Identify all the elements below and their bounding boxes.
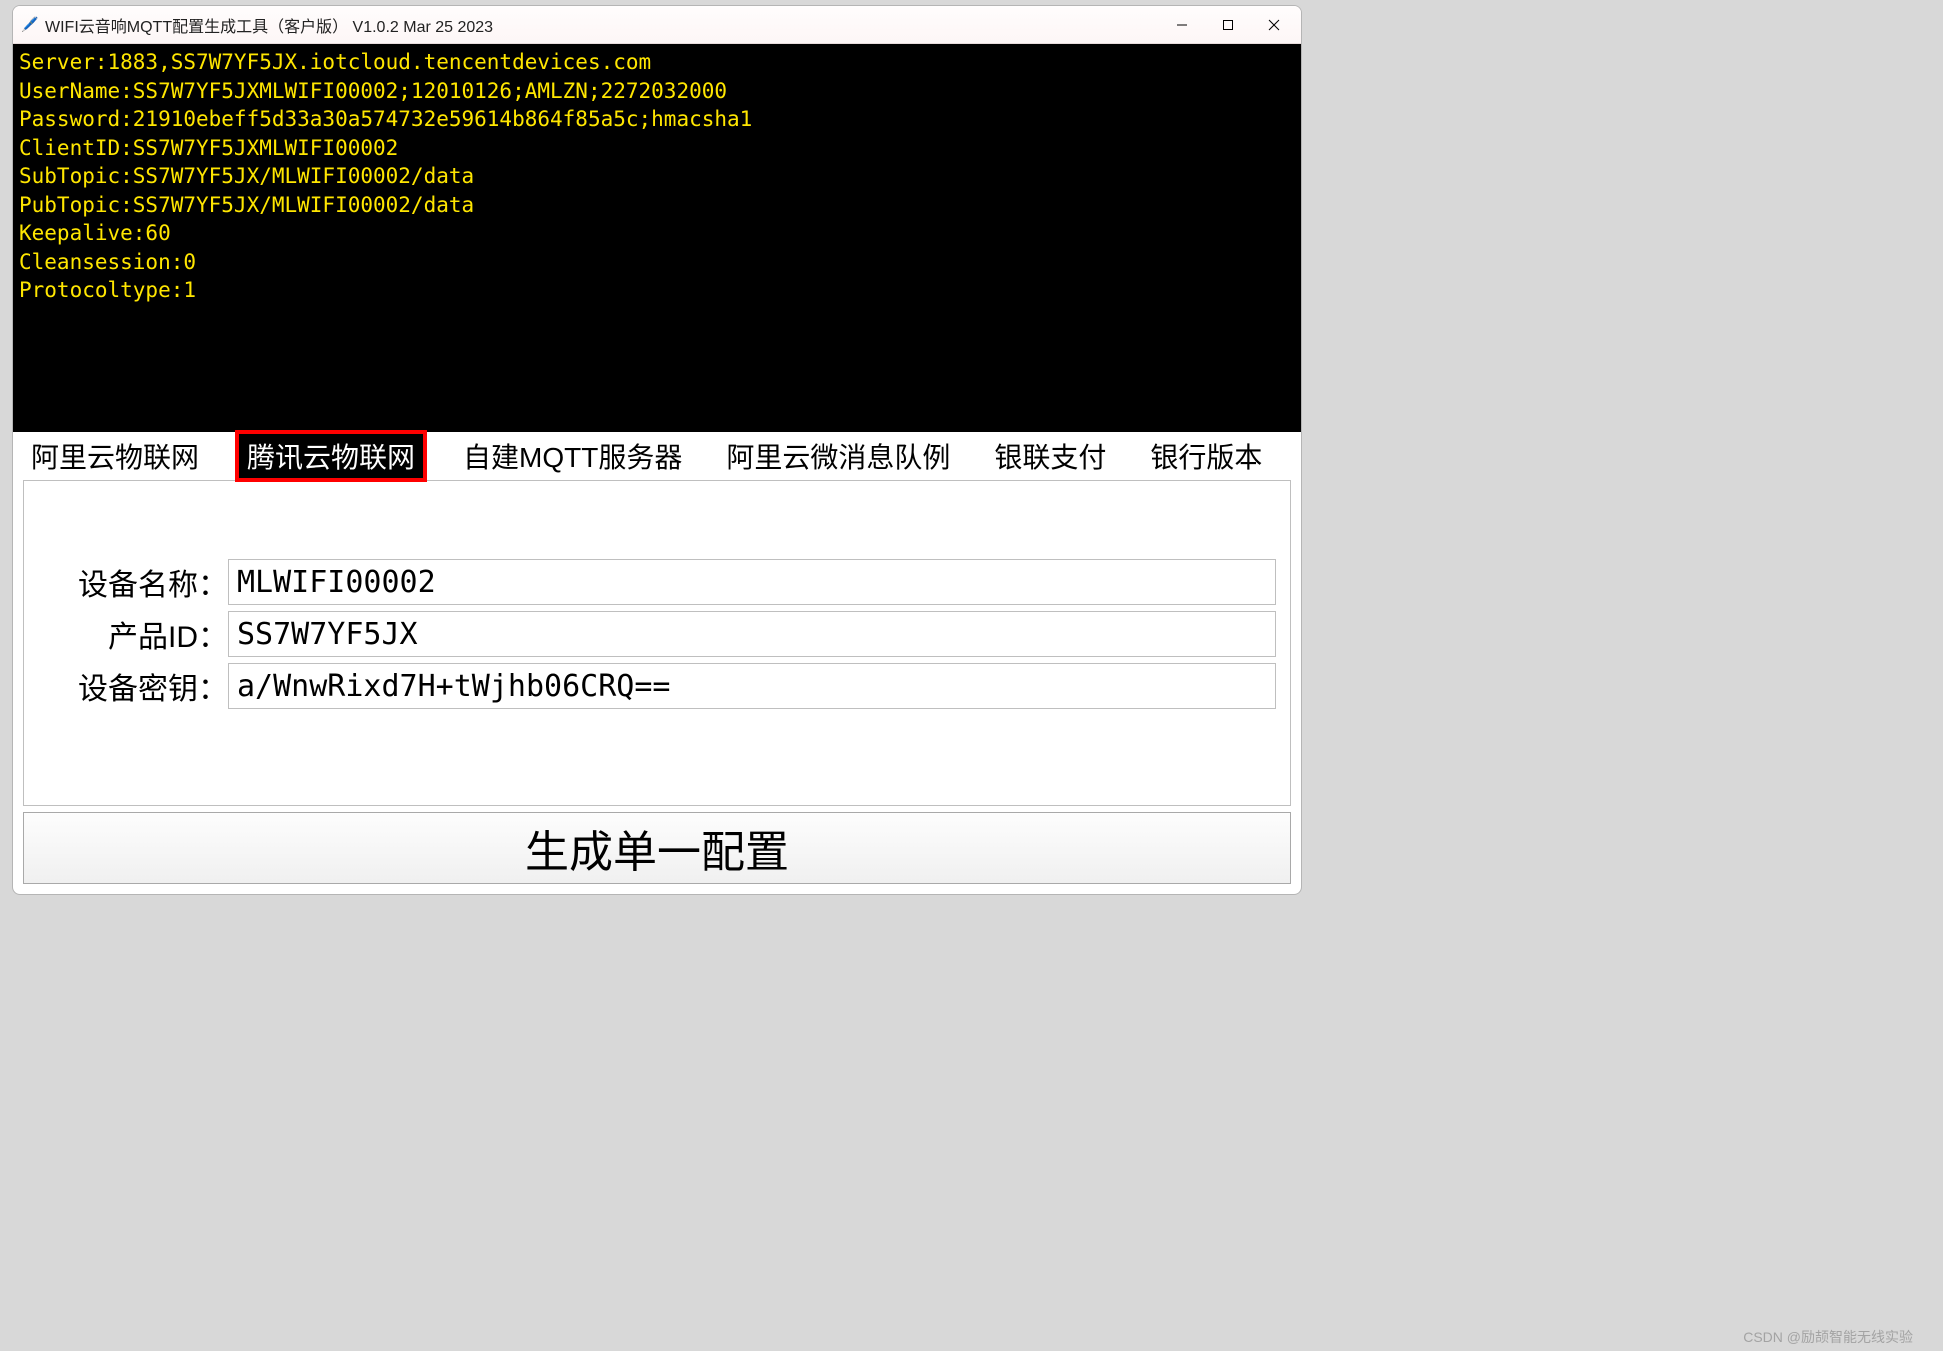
label-device-key: 设备密钥：	[38, 664, 228, 708]
titlebar: 🖊️ WIFI云音响MQTT配置生成工具（客户版） V1.0.2 Mar 25 …	[13, 6, 1301, 44]
row-device-key: 设备密钥：	[38, 663, 1276, 709]
row-device-name: 设备名称：	[38, 559, 1276, 605]
label-device-name: 设备名称：	[38, 560, 228, 604]
minimize-icon	[1176, 19, 1188, 31]
close-icon	[1268, 19, 1280, 31]
watermark-text: CSDN @励颉智能无线实验	[1743, 1327, 1913, 1347]
maximize-icon	[1222, 19, 1234, 31]
close-button[interactable]	[1251, 10, 1297, 40]
label-product-id: 产品ID：	[38, 612, 228, 656]
input-device-name[interactable]	[228, 559, 1276, 605]
minimize-button[interactable]	[1159, 10, 1205, 40]
generate-button[interactable]: 生成单一配置	[23, 812, 1291, 884]
tab-aliyun-iot[interactable]: 阿里云物联网	[23, 434, 207, 478]
tab-bank-version[interactable]: 银行版本	[1142, 434, 1270, 478]
app-icon: 🖊️	[21, 16, 39, 34]
app-window: 🖊️ WIFI云音响MQTT配置生成工具（客户版） V1.0.2 Mar 25 …	[12, 5, 1302, 895]
maximize-button[interactable]	[1205, 10, 1251, 40]
tab-aliyun-mq[interactable]: 阿里云微消息队例	[718, 434, 958, 478]
tab-unionpay[interactable]: 银联支付	[986, 434, 1114, 478]
window-title: WIFI云音响MQTT配置生成工具（客户版） V1.0.2 Mar 25 202…	[45, 13, 493, 37]
form-panel: 设备名称： 产品ID： 设备密钥：	[23, 480, 1291, 806]
input-device-key[interactable]	[228, 663, 1276, 709]
tab-custom-mqtt[interactable]: 自建MQTT服务器	[455, 434, 690, 478]
tab-tencent-iot[interactable]: 腾讯云物联网	[235, 430, 427, 482]
tab-bar: 阿里云物联网 腾讯云物联网 自建MQTT服务器 阿里云微消息队例 银联支付 银行…	[13, 432, 1301, 480]
row-product-id: 产品ID：	[38, 611, 1276, 657]
input-product-id[interactable]	[228, 611, 1276, 657]
console-output: Server:1883,SS7W7YF5JX.iotcloud.tencentd…	[13, 44, 1301, 432]
